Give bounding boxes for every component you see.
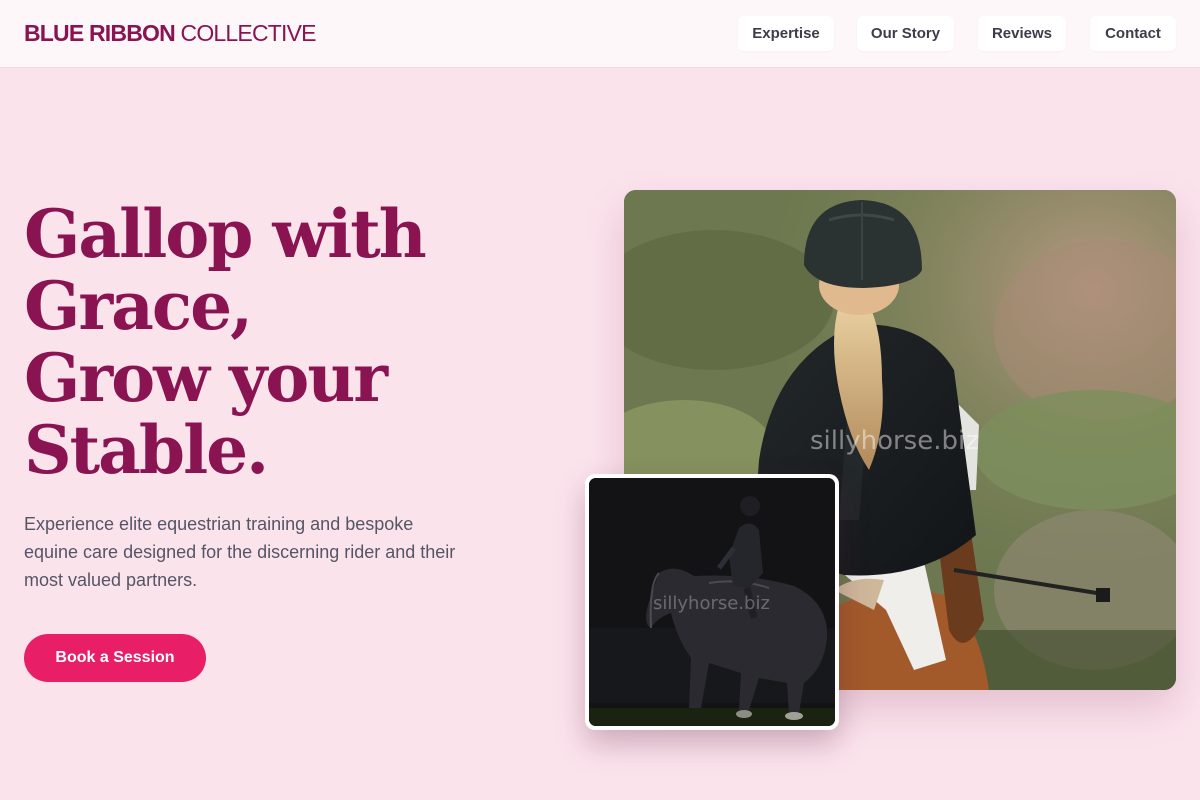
nav-our-story[interactable]: Our Story [857, 16, 954, 51]
hero-subtext: Experience elite equestrian training and… [24, 514, 456, 590]
small-photo-watermark: sillyhorse.biz [653, 593, 770, 614]
nav-reviews[interactable]: Reviews [978, 16, 1066, 51]
brand-name-light: COLLECTIVE [180, 20, 317, 46]
hero-headline: Gallop with Grace, Grow your Stable. [24, 198, 464, 486]
hero-headline-line: Stable. [24, 411, 269, 489]
hero-headline-line: Grace, [24, 267, 253, 345]
photo-frame: sillyhorse.biz [589, 478, 835, 726]
book-session-button[interactable]: Book a Session [24, 634, 206, 682]
hero-headline-line: Grow your [24, 339, 388, 417]
hero-photo-horse-small: sillyhorse.biz [585, 474, 839, 730]
nav-contact[interactable]: Contact [1090, 16, 1176, 51]
brand-logo[interactable]: BLUE RIBBON COLLECTIVE [24, 20, 316, 47]
nav-expertise[interactable]: Expertise [738, 16, 834, 51]
site-header: BLUE RIBBON COLLECTIVE Expertise Our Sto… [0, 0, 1200, 68]
brand-name-bold: BLUE RIBBON [24, 20, 176, 46]
main-photo-watermark: sillyhorse.biz [810, 426, 979, 456]
hero-headline-line: Gallop with [24, 195, 427, 273]
